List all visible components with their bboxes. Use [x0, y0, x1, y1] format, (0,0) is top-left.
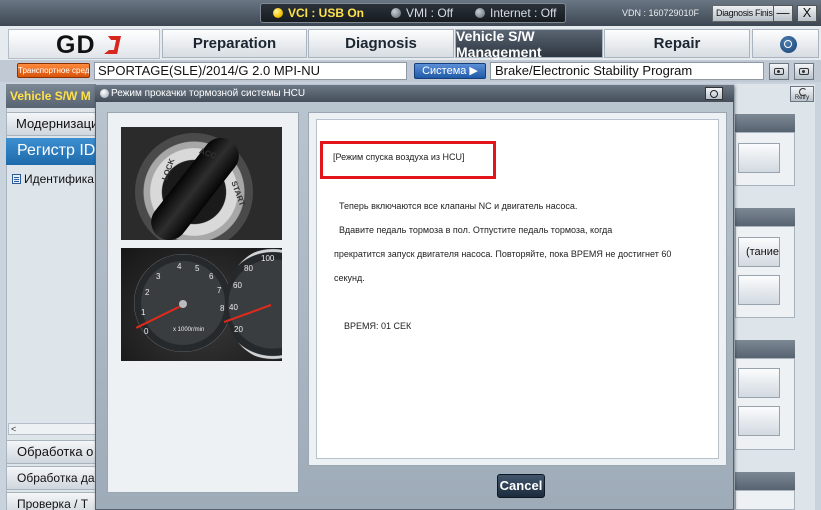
- vehicle-field[interactable]: SPORTAGE(SLE)/2014/G 2.0 MPI-NU: [94, 62, 407, 80]
- rpm-number: 0: [144, 327, 149, 336]
- tab-vehicle-sw-management[interactable]: Vehicle S/W Management: [455, 28, 603, 60]
- right-action-button-1[interactable]: [738, 143, 780, 173]
- minimize-button[interactable]: —: [773, 5, 793, 22]
- ignition-switch-image: LOCK ACC START: [121, 127, 282, 240]
- vci-status-icon: [273, 8, 283, 18]
- sidebar-item-processing-2[interactable]: Обработка дан: [6, 466, 96, 490]
- right-action-button-4[interactable]: [738, 368, 780, 398]
- right-section-header-4: [735, 472, 795, 490]
- sidebar-item-register-id[interactable]: Регистр ID: [6, 138, 96, 165]
- left-panel-title: Vehicle S/W M: [6, 84, 96, 108]
- left-panel-scrollbar[interactable]: <: [8, 423, 96, 435]
- diagnosis-finish-button[interactable]: Diagnosis Finish: [712, 5, 782, 22]
- vehicle-label-button[interactable]: Транспортное средство: [17, 63, 90, 78]
- retry-label: Retry: [794, 95, 810, 101]
- vmi-status-icon: [391, 8, 401, 18]
- logo-s-mark-icon: [104, 36, 121, 54]
- rpm-number: 6: [209, 272, 214, 281]
- right-section-header-1: [735, 114, 795, 132]
- internet-status: Internet : Off: [475, 6, 556, 20]
- rpm-number: 8: [220, 304, 225, 313]
- camera-icon: [774, 68, 784, 75]
- connection-status-bar: VCI : USB On VMI : Off Internet : Off: [260, 3, 566, 23]
- speed-number: 20: [234, 325, 243, 334]
- internet-status-icon: [475, 8, 485, 18]
- rpm-needle-hub: [179, 300, 187, 308]
- instruction-line-3: прекратится запуск двигателя насоса. Пов…: [334, 249, 672, 259]
- rpm-number: 3: [156, 272, 161, 281]
- sidebar-item-processing-1[interactable]: Обработка о: [6, 440, 96, 464]
- system-button[interactable]: Система ▶: [414, 63, 486, 79]
- search-icon: [780, 36, 797, 53]
- instruction-line-1: Теперь включаются все клапаны NC и двига…: [339, 201, 578, 211]
- speed-number: 80: [244, 264, 253, 273]
- rpm-number: 2: [145, 288, 150, 297]
- screenshot-button[interactable]: [769, 63, 789, 80]
- vdn-number: VDN : 160729010F: [622, 8, 700, 18]
- tab-repair[interactable]: Repair: [604, 29, 750, 58]
- rpm-number: 1: [141, 308, 146, 317]
- rpm-number: 4: [177, 262, 182, 271]
- logo-text: GD: [56, 31, 96, 59]
- right-action-button-5[interactable]: [738, 406, 780, 436]
- right-section-header-3: [735, 340, 795, 358]
- vmi-status: VMI : Off: [391, 6, 475, 20]
- gds-logo: GD: [8, 29, 160, 59]
- sidebar-item-check[interactable]: Проверка / Т: [6, 492, 96, 510]
- vmi-status-text: VMI : Off: [406, 6, 454, 20]
- sidebar-item-identification-label: Идентифика: [24, 172, 94, 186]
- time-counter: ВРЕМЯ: 01 СЕК: [344, 321, 412, 331]
- vci-status: VCI : USB On: [273, 6, 391, 20]
- speed-number: 100: [261, 254, 275, 263]
- print-button[interactable]: [794, 63, 814, 80]
- tab-preparation[interactable]: Preparation: [162, 29, 307, 58]
- dialog-close-button[interactable]: [705, 87, 723, 100]
- vci-status-text: VCI : USB On: [288, 6, 365, 20]
- speed-number: 40: [229, 303, 238, 312]
- sidebar-item-identification[interactable]: Идентифика: [6, 171, 96, 187]
- speed-number: 60: [233, 281, 242, 290]
- search-button[interactable]: [752, 29, 819, 58]
- document-icon: [12, 174, 21, 184]
- dialog-title: Режим прокачки тормозной системы HCU: [95, 85, 734, 102]
- dialog-app-icon: [100, 89, 109, 98]
- tab-diagnosis[interactable]: Diagnosis: [308, 29, 454, 58]
- retry-button[interactable]: Retry: [790, 86, 814, 102]
- right-section-header-2: [735, 208, 795, 226]
- sidebar-item-modernization[interactable]: Модернизация: [6, 112, 96, 136]
- instrument-cluster-image: 0 1 2 3 4 5 6 7 8 x 1000r/min 20 40 60 8…: [121, 248, 282, 361]
- close-button[interactable]: X: [797, 5, 817, 22]
- right-section-box-4: [735, 490, 795, 510]
- rpm-number: 5: [195, 264, 200, 273]
- instruction-line-4: секунд.: [334, 273, 365, 283]
- internet-status-text: Internet : Off: [490, 6, 557, 20]
- right-action-button-2[interactable]: тание): [738, 237, 780, 267]
- instruction-line-2: Вдавите педаль тормоза в пол. Отпустите …: [339, 225, 613, 235]
- right-action-button-3[interactable]: [738, 275, 780, 305]
- cancel-button[interactable]: Cancel: [497, 474, 545, 498]
- rpm-unit: x 1000r/min: [173, 327, 205, 333]
- system-field[interactable]: Brake/Electronic Stability Program: [490, 62, 764, 80]
- printer-icon: [799, 68, 809, 75]
- rpm-number: 7: [217, 286, 222, 295]
- instruction-heading: [Режим спуска воздуха из HCU]: [333, 152, 465, 162]
